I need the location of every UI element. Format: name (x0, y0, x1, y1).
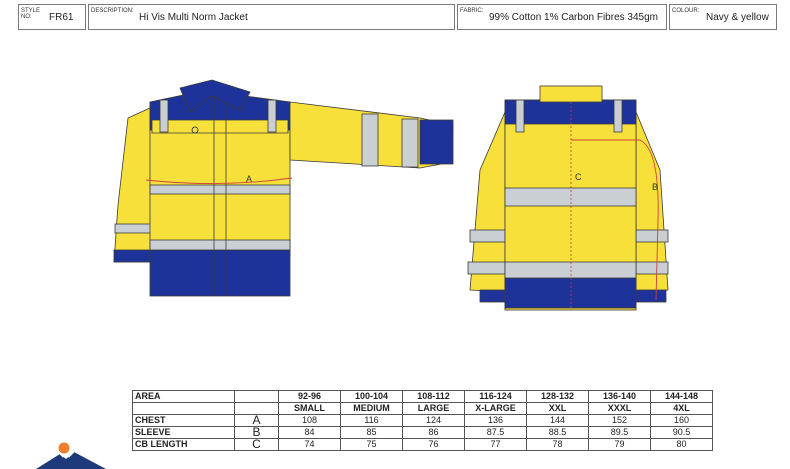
size-range: 100-104 (340, 390, 403, 403)
size-range: 128-132 (526, 390, 589, 403)
colour-box: COLOUR: Navy & yellow (669, 4, 777, 30)
style-box: STYLE NO: FR61 (18, 4, 86, 30)
size-label: X-LARGE (464, 402, 527, 415)
cell-value: 136 (464, 414, 527, 427)
style-label: STYLE NO: (21, 8, 41, 20)
size-spec-table: AREA 92-96 100-104 108-112 116-124 128-1… (132, 390, 713, 451)
cell-value: 79 (588, 438, 651, 451)
cell-value: 124 (402, 414, 465, 427)
garment-drawing: A C B (113, 79, 669, 311)
row-name: SLEEVE (132, 426, 235, 439)
row-name: CHEST (132, 414, 235, 427)
code-header (234, 390, 279, 403)
back-marker-c: C (575, 172, 582, 182)
size-range: 144-148 (650, 390, 713, 403)
description-value: Hi Vis Multi Norm Jacket (139, 12, 248, 23)
area-header: AREA (132, 390, 235, 403)
cell-value: 80 (650, 438, 713, 451)
cell-value: 89.5 (588, 426, 651, 439)
cell-value: 160 (650, 414, 713, 427)
cell-value: 84 (278, 426, 341, 439)
cell-value: 90.5 (650, 426, 713, 439)
cell-value: 78 (526, 438, 589, 451)
colour-label: COLOUR: (672, 8, 700, 14)
row-code: C (234, 438, 279, 451)
back-jacket (467, 85, 669, 311)
size-label: SMALL (278, 402, 341, 415)
size-label: MEDIUM (340, 402, 403, 415)
colour-value: Navy & yellow (706, 12, 769, 23)
size-label: XXXL (588, 402, 651, 415)
size-range-row: AREA 92-96 100-104 108-112 116-124 128-1… (132, 390, 713, 403)
cell-value: 152 (588, 414, 651, 427)
front-jacket (113, 79, 454, 297)
table-row: CHEST A 108 116 124 136 144 152 160 (132, 414, 713, 427)
front-marker-a: A (246, 174, 252, 184)
size-range: 116-124 (464, 390, 527, 403)
cell-value: 77 (464, 438, 527, 451)
cell-value: 144 (526, 414, 589, 427)
size-range: 108-112 (402, 390, 465, 403)
blank-cell (132, 402, 235, 415)
size-label: 4XL (650, 402, 713, 415)
cell-value: 88.5 (526, 426, 589, 439)
cell-value: 86 (402, 426, 465, 439)
row-name: CB LENGTH (132, 438, 235, 451)
cell-value: 76 (402, 438, 465, 451)
fabric-label: FABRIC: (460, 8, 484, 14)
cell-value: 85 (340, 426, 403, 439)
cell-value: 87.5 (464, 426, 527, 439)
fabric-box: FABRIC: 99% Cotton 1% Carbon Fibres 345g… (457, 4, 667, 30)
size-label: LARGE (402, 402, 465, 415)
description-label: DESCRIPTION: (91, 8, 134, 14)
table-row: CB LENGTH C 74 75 76 77 78 79 80 (132, 438, 713, 451)
size-label: XXL (526, 402, 589, 415)
mountain-logo-icon (36, 442, 106, 469)
size-label-row: SMALL MEDIUM LARGE X-LARGE XXL XXXL 4XL (132, 402, 713, 415)
cell-value: 74 (278, 438, 341, 451)
cell-value: 75 (340, 438, 403, 451)
description-box: DESCRIPTION: Hi Vis Multi Norm Jacket (88, 4, 455, 30)
size-range: 136-140 (588, 390, 651, 403)
cell-value: 116 (340, 414, 403, 427)
style-value: FR61 (49, 12, 74, 23)
cell-value: 108 (278, 414, 341, 427)
back-marker-b: B (652, 182, 658, 192)
table-row: SLEEVE B 84 85 86 87.5 88.5 89.5 90.5 (132, 426, 713, 439)
fabric-value: 99% Cotton 1% Carbon Fibres 345gm (489, 12, 658, 23)
size-range: 92-96 (278, 390, 341, 403)
